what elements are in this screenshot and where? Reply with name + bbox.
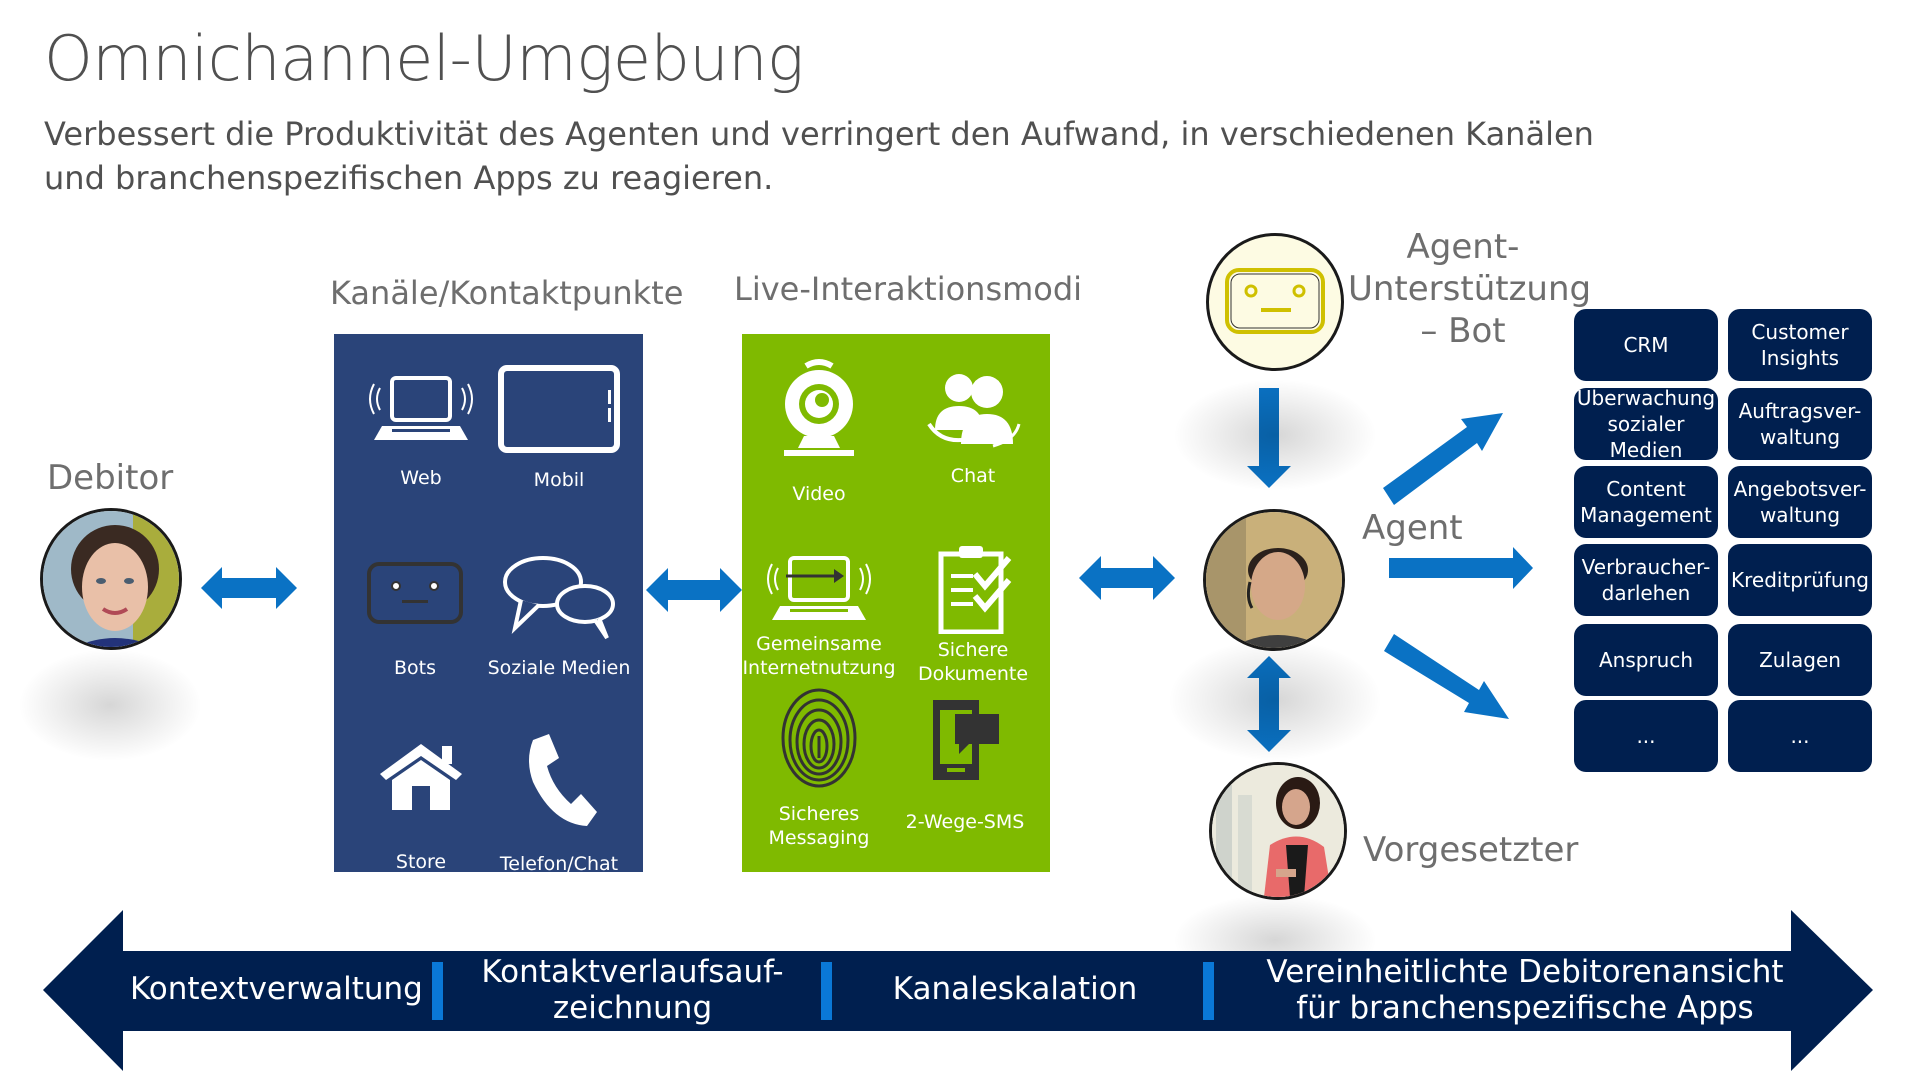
banner-item-line1: Kontextverwaltung — [130, 971, 423, 1007]
banner-separator — [821, 962, 832, 1020]
banner-item-history: Kontaktverlaufsauf- zeichnung — [455, 954, 810, 1026]
banner-item-line1: Kanaleskalation — [892, 971, 1138, 1007]
banner-item-line2: für branchenspezifische Apps — [1296, 990, 1754, 1026]
banner-item-unified-view: Vereinheitlichte Debitorenansicht für br… — [1225, 954, 1825, 1026]
banner-item-line2: zeichnung — [552, 990, 713, 1026]
capability-banner — [43, 910, 1873, 1071]
banner-item-line1: Kontaktverlaufsauf- — [481, 954, 784, 990]
banner-item-escalation: Kanaleskalation — [840, 971, 1190, 1007]
banner-separator — [432, 962, 443, 1020]
banner-item-line1: Vereinheitlichte Debitorenansicht — [1266, 954, 1784, 990]
banner-item-context: Kontextverwaltung — [130, 971, 423, 1007]
banner-separator — [1203, 962, 1214, 1020]
